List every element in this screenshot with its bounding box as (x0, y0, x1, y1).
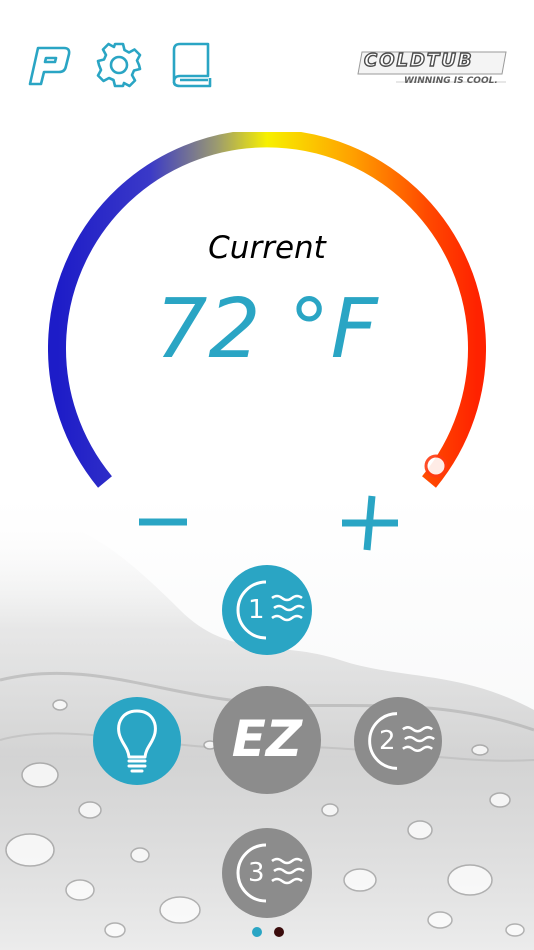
page-indicator (248, 926, 288, 938)
mode-wave-2-icon (368, 712, 435, 770)
manual-button[interactable] (166, 38, 216, 88)
minus-icon (139, 518, 187, 526)
mode-1-number: 1 (248, 595, 265, 625)
decrease-temperature-button[interactable] (131, 492, 195, 554)
plus-icon (342, 495, 398, 551)
settings-button[interactable] (94, 40, 144, 90)
mode-1-button[interactable]: 1 (222, 565, 312, 655)
ez-label: EZ (232, 710, 304, 768)
mode-3-number: 3 (248, 858, 265, 888)
app-screen: COLDTUB WINNING IS COOL. Current 72 °F 1… (0, 0, 534, 950)
page-dot-1[interactable] (252, 927, 262, 937)
mode-2-button[interactable]: 2 (354, 697, 442, 785)
increase-temperature-button[interactable] (338, 492, 402, 554)
ez-mode-button[interactable]: EZ (213, 686, 321, 794)
mode-wave-3-icon (236, 843, 305, 903)
light-bulb-icon (117, 709, 157, 773)
temperature-readout: 72 °F (155, 282, 379, 377)
logo-tagline: WINNING IS COOL. (404, 76, 498, 86)
logo-wordmark: COLDTUB (363, 49, 474, 71)
manual-book-icon (172, 42, 212, 88)
temperature-label: Current (208, 230, 326, 266)
light-button[interactable] (93, 697, 181, 785)
mode-2-number: 2 (379, 726, 396, 756)
temperature-slider-handle[interactable] (424, 454, 448, 478)
mode-wave-1-icon (236, 580, 305, 640)
page-dot-2[interactable] (274, 927, 284, 937)
mode-3-button[interactable]: 3 (222, 828, 312, 918)
coldtub-logo: COLDTUB WINNING IS COOL. (356, 48, 510, 94)
ez-logo-icon: EZ (232, 710, 304, 768)
gear-icon (96, 42, 142, 88)
power-button[interactable] (24, 40, 74, 90)
power-icon (28, 46, 71, 86)
